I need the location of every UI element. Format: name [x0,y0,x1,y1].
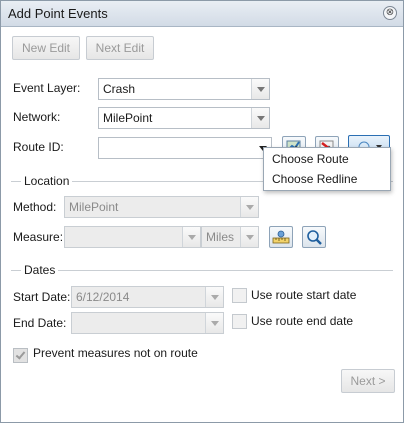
add-point-events-window: Add Point Events ⊗ New Edit Next Edit Ev… [0,0,404,423]
start-date-label: Start Date: [13,290,71,304]
use-route-end-date-label: Use route end date [251,314,354,328]
chevron-down-icon[interactable] [205,287,223,307]
zoom-magnifier-icon [307,230,322,245]
event-layer-value: Crash [103,82,136,96]
chevron-down-icon[interactable] [240,227,258,247]
title-bar: Add Point Events ⊗ [1,1,403,27]
menu-item-choose-redline[interactable]: Choose Redline [272,172,357,186]
start-date-input[interactable]: 6/12/2014 [71,286,224,308]
chevron-down-icon[interactable] [205,313,223,333]
menu-item-choose-route[interactable]: Choose Route [272,152,349,166]
network-label: Network: [13,110,61,124]
end-date-label: End Date: [13,316,67,330]
route-id-label: Route ID: [13,140,64,154]
network-select[interactable]: MilePoint [98,107,270,129]
route-options-menu: Choose Route Choose Redline [263,147,391,191]
measure-label: Measure: [13,230,64,244]
start-date-value: 6/12/2014 [76,290,130,304]
window-title: Add Point Events [8,6,108,21]
measure-on-map-button[interactable] [269,226,293,248]
use-route-start-date-checkbox[interactable] [232,288,247,303]
method-value: MilePoint [69,200,119,214]
location-section-title: Location [21,174,73,188]
dates-divider [11,270,393,271]
chevron-down-icon[interactable] [251,108,269,128]
next-button[interactable]: Next > [341,369,395,393]
event-layer-select[interactable]: Crash [98,78,270,100]
method-select[interactable]: MilePoint [64,196,259,218]
network-value: MilePoint [103,111,153,125]
chevron-down-icon[interactable] [240,197,258,217]
use-route-end-date-checkbox[interactable] [232,314,247,329]
prevent-measures-checkbox[interactable] [13,348,28,363]
route-id-input[interactable] [98,137,272,159]
method-label: Method: [13,200,57,214]
close-icon[interactable]: ⊗ [383,6,397,20]
next-edit-button[interactable]: Next Edit [86,36,154,60]
measure-ruler-icon [272,230,290,244]
chevron-down-icon[interactable] [182,227,200,247]
end-date-input[interactable] [71,312,224,334]
units-value: Miles [206,230,235,244]
units-select[interactable]: Miles [201,226,259,248]
event-layer-label: Event Layer: [13,81,81,95]
zoom-to-button[interactable] [302,226,326,248]
prevent-measures-label: Prevent measures not on route [33,346,198,360]
measure-input[interactable] [64,226,201,248]
chevron-down-icon[interactable] [251,79,269,99]
new-edit-button[interactable]: New Edit [12,36,80,60]
use-route-start-date-label: Use route start date [251,288,357,302]
dates-section-title: Dates [21,263,59,277]
